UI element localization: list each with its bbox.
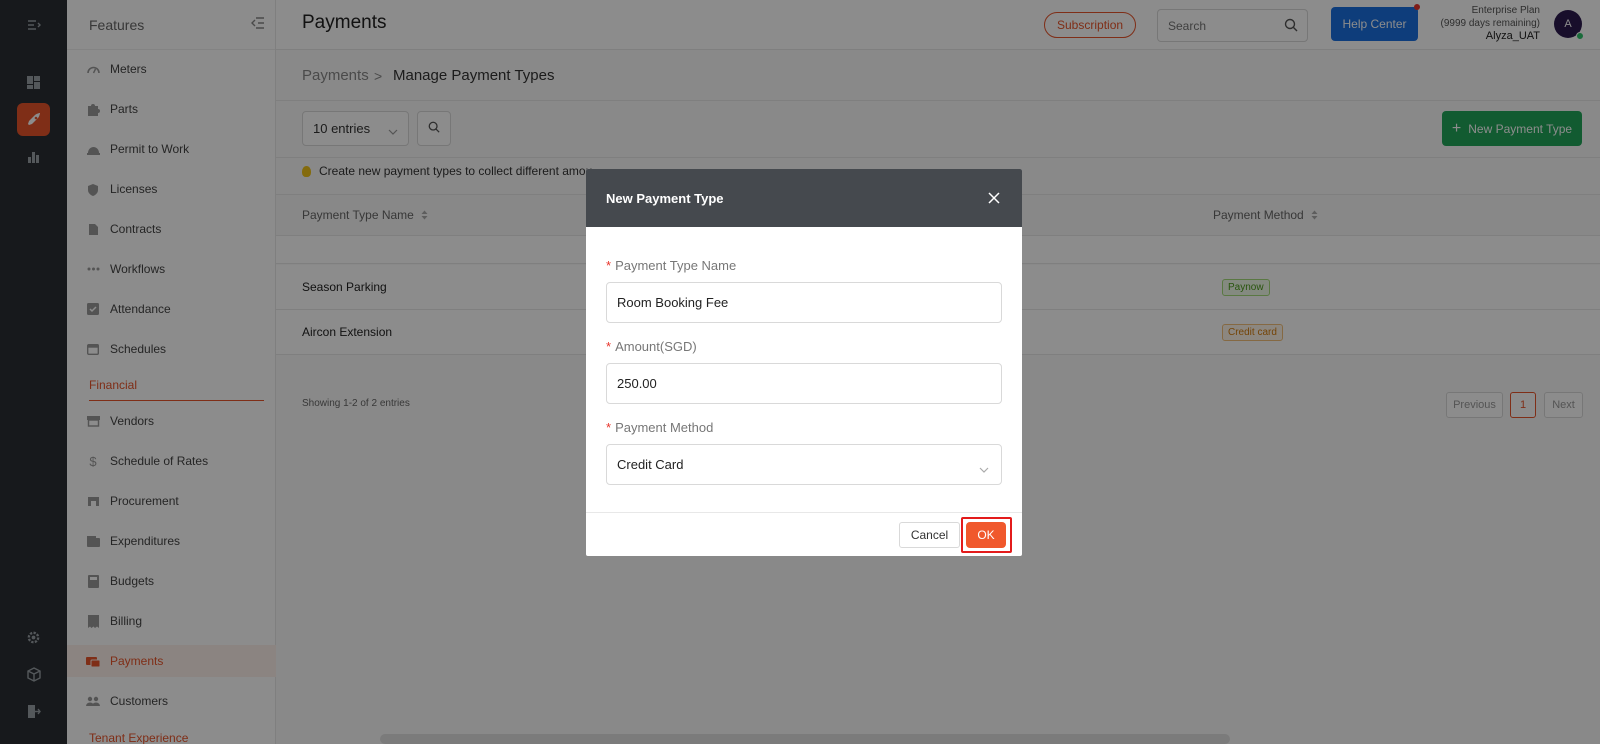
- payment-type-name-field[interactable]: [606, 282, 1002, 323]
- payment-type-name-input[interactable]: [607, 283, 967, 322]
- required-mark: *: [606, 258, 612, 273]
- new-payment-type-dialog: New Payment Type *Payment Type Name *Amo…: [586, 169, 1022, 556]
- payment-method-label: * Payment Method: [606, 420, 713, 435]
- label-text: Payment Type Name: [615, 258, 737, 273]
- chevron-down-icon: [979, 461, 989, 476]
- required-mark: *: [606, 420, 612, 435]
- required-mark: *: [606, 339, 612, 354]
- cancel-button[interactable]: Cancel: [899, 522, 960, 548]
- close-icon[interactable]: [986, 190, 1002, 206]
- payment-method-value: Credit Card: [617, 457, 684, 472]
- amount-input[interactable]: [607, 364, 967, 403]
- dialog-title: New Payment Type: [606, 190, 724, 206]
- amount-label: * Amount(SGD): [606, 339, 697, 354]
- label-text: Amount(SGD): [615, 339, 697, 354]
- ok-button[interactable]: OK: [966, 522, 1006, 548]
- dialog-footer: Cancel OK: [586, 512, 1022, 556]
- payment-method-select[interactable]: Credit Card: [606, 444, 1002, 485]
- dialog-header: New Payment Type: [586, 169, 1022, 227]
- label-text: Payment Method: [615, 420, 714, 435]
- amount-field[interactable]: [606, 363, 1002, 404]
- payment-type-name-label: * Payment Type Name: [606, 258, 736, 273]
